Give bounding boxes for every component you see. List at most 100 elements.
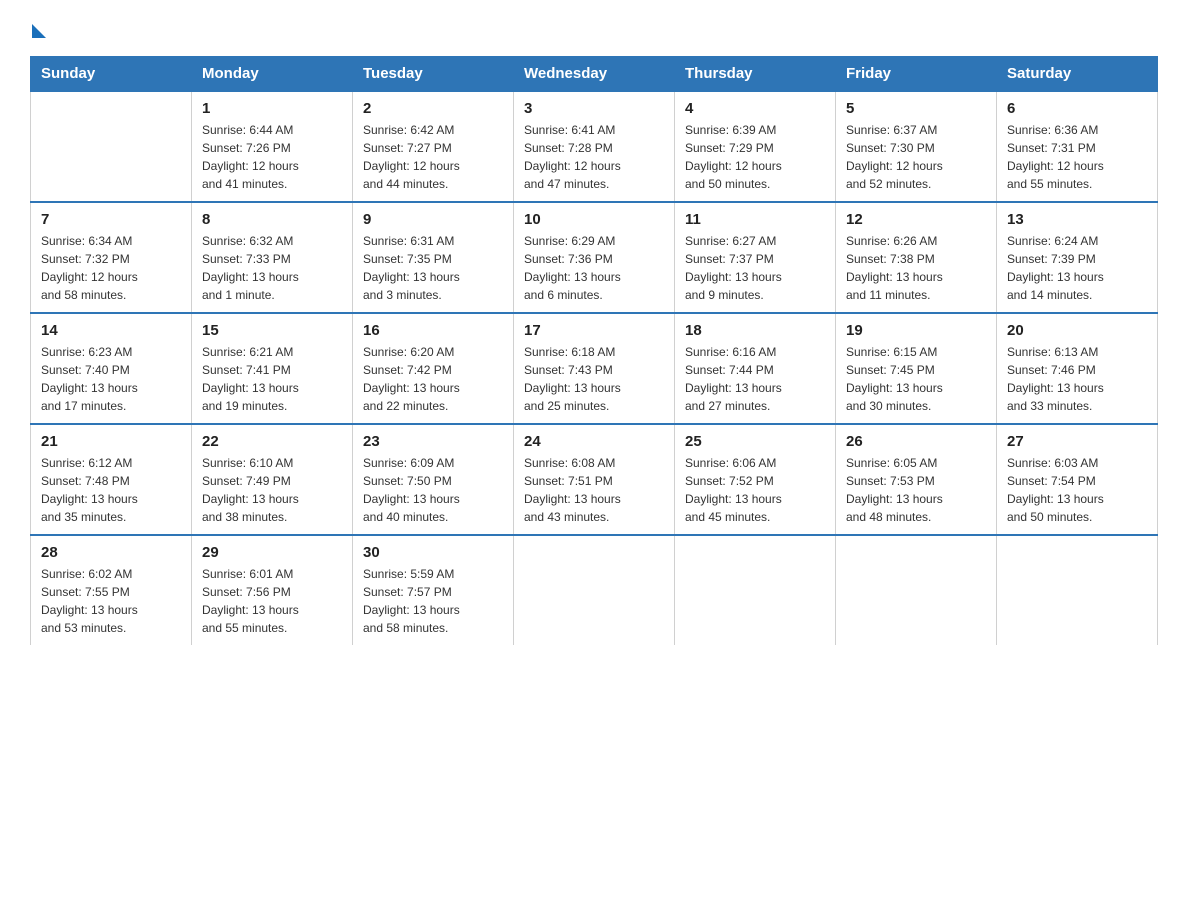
calendar-cell: 6 Sunrise: 6:36 AM Sunset: 7:31 PM Daylig… — [997, 91, 1158, 202]
calendar-cell — [836, 535, 997, 645]
day-info: Sunrise: 6:31 AM Sunset: 7:35 PM Dayligh… — [363, 232, 503, 304]
calendar-cell: 16 Sunrise: 6:20 AM Sunset: 7:42 PM Dayli… — [353, 313, 514, 424]
day-number: 2 — [363, 100, 503, 117]
day-info: Sunrise: 6:05 AM Sunset: 7:53 PM Dayligh… — [846, 454, 986, 526]
day-number: 4 — [685, 100, 825, 117]
header-row: SundayMondayTuesdayWednesdayThursdayFrid… — [31, 57, 1158, 92]
day-number: 23 — [363, 433, 503, 450]
calendar-cell — [31, 91, 192, 202]
day-info: Sunrise: 6:44 AM Sunset: 7:26 PM Dayligh… — [202, 121, 342, 193]
page-header — [30, 20, 1158, 38]
week-row-5: 28 Sunrise: 6:02 AM Sunset: 7:55 PM Dayli… — [31, 535, 1158, 645]
calendar-cell: 28 Sunrise: 6:02 AM Sunset: 7:55 PM Dayli… — [31, 535, 192, 645]
day-info: Sunrise: 5:59 AM Sunset: 7:57 PM Dayligh… — [363, 565, 503, 637]
day-info: Sunrise: 6:13 AM Sunset: 7:46 PM Dayligh… — [1007, 343, 1147, 415]
day-info: Sunrise: 6:36 AM Sunset: 7:31 PM Dayligh… — [1007, 121, 1147, 193]
day-info: Sunrise: 6:23 AM Sunset: 7:40 PM Dayligh… — [41, 343, 181, 415]
calendar-cell: 29 Sunrise: 6:01 AM Sunset: 7:56 PM Dayli… — [192, 535, 353, 645]
header-monday: Monday — [192, 57, 353, 92]
calendar-cell: 26 Sunrise: 6:05 AM Sunset: 7:53 PM Dayli… — [836, 424, 997, 535]
day-number: 26 — [846, 433, 986, 450]
day-number: 12 — [846, 211, 986, 228]
day-info: Sunrise: 6:41 AM Sunset: 7:28 PM Dayligh… — [524, 121, 664, 193]
week-row-3: 14Sunrise: 6:23 AM Sunset: 7:40 PM Dayli… — [31, 313, 1158, 424]
day-info: Sunrise: 6:29 AM Sunset: 7:36 PM Dayligh… — [524, 232, 664, 304]
day-number: 15 — [202, 322, 342, 339]
day-number: 11 — [685, 211, 825, 228]
calendar-cell: 15Sunrise: 6:21 AM Sunset: 7:41 PM Dayli… — [192, 313, 353, 424]
day-number: 29 — [202, 544, 342, 561]
day-info: Sunrise: 6:08 AM Sunset: 7:51 PM Dayligh… — [524, 454, 664, 526]
day-number: 8 — [202, 211, 342, 228]
day-info: Sunrise: 6:27 AM Sunset: 7:37 PM Dayligh… — [685, 232, 825, 304]
calendar-cell: 10 Sunrise: 6:29 AM Sunset: 7:36 PM Dayli… — [514, 202, 675, 313]
calendar-cell: 5 Sunrise: 6:37 AM Sunset: 7:30 PM Daylig… — [836, 91, 997, 202]
day-info: Sunrise: 6:24 AM Sunset: 7:39 PM Dayligh… — [1007, 232, 1147, 304]
calendar-cell: 17Sunrise: 6:18 AM Sunset: 7:43 PM Dayli… — [514, 313, 675, 424]
day-number: 1 — [202, 100, 342, 117]
calendar-cell: 27 Sunrise: 6:03 AM Sunset: 7:54 PM Dayli… — [997, 424, 1158, 535]
day-info: Sunrise: 6:37 AM Sunset: 7:30 PM Dayligh… — [846, 121, 986, 193]
header-friday: Friday — [836, 57, 997, 92]
day-info: Sunrise: 6:34 AM Sunset: 7:32 PM Dayligh… — [41, 232, 181, 304]
day-info: Sunrise: 6:09 AM Sunset: 7:50 PM Dayligh… — [363, 454, 503, 526]
day-number: 18 — [685, 322, 825, 339]
calendar-cell: 13 Sunrise: 6:24 AM Sunset: 7:39 PM Dayli… — [997, 202, 1158, 313]
calendar-cell: 4Sunrise: 6:39 AM Sunset: 7:29 PM Daylig… — [675, 91, 836, 202]
calendar-cell — [514, 535, 675, 645]
day-number: 19 — [846, 322, 986, 339]
calendar-cell — [997, 535, 1158, 645]
day-info: Sunrise: 6:02 AM Sunset: 7:55 PM Dayligh… — [41, 565, 181, 637]
day-number: 7 — [41, 211, 181, 228]
day-number: 28 — [41, 544, 181, 561]
calendar-cell: 9 Sunrise: 6:31 AM Sunset: 7:35 PM Daylig… — [353, 202, 514, 313]
day-info: Sunrise: 6:10 AM Sunset: 7:49 PM Dayligh… — [202, 454, 342, 526]
week-row-4: 21 Sunrise: 6:12 AM Sunset: 7:48 PM Dayli… — [31, 424, 1158, 535]
calendar-cell: 7 Sunrise: 6:34 AM Sunset: 7:32 PM Daylig… — [31, 202, 192, 313]
day-info: Sunrise: 6:12 AM Sunset: 7:48 PM Dayligh… — [41, 454, 181, 526]
calendar-body: 1 Sunrise: 6:44 AM Sunset: 7:26 PM Daylig… — [31, 91, 1158, 645]
day-info: Sunrise: 6:16 AM Sunset: 7:44 PM Dayligh… — [685, 343, 825, 415]
calendar-cell: 25Sunrise: 6:06 AM Sunset: 7:52 PM Dayli… — [675, 424, 836, 535]
day-number: 5 — [846, 100, 986, 117]
day-number: 21 — [41, 433, 181, 450]
day-number: 9 — [363, 211, 503, 228]
header-thursday: Thursday — [675, 57, 836, 92]
calendar-cell: 12Sunrise: 6:26 AM Sunset: 7:38 PM Dayli… — [836, 202, 997, 313]
day-info: Sunrise: 6:20 AM Sunset: 7:42 PM Dayligh… — [363, 343, 503, 415]
calendar-cell: 1 Sunrise: 6:44 AM Sunset: 7:26 PM Daylig… — [192, 91, 353, 202]
day-info: Sunrise: 6:03 AM Sunset: 7:54 PM Dayligh… — [1007, 454, 1147, 526]
calendar-cell: 24 Sunrise: 6:08 AM Sunset: 7:51 PM Dayli… — [514, 424, 675, 535]
day-number: 13 — [1007, 211, 1147, 228]
week-row-1: 1 Sunrise: 6:44 AM Sunset: 7:26 PM Daylig… — [31, 91, 1158, 202]
calendar-header: SundayMondayTuesdayWednesdayThursdayFrid… — [31, 57, 1158, 92]
calendar-cell: 19 Sunrise: 6:15 AM Sunset: 7:45 PM Dayli… — [836, 313, 997, 424]
day-info: Sunrise: 6:15 AM Sunset: 7:45 PM Dayligh… — [846, 343, 986, 415]
header-tuesday: Tuesday — [353, 57, 514, 92]
week-row-2: 7 Sunrise: 6:34 AM Sunset: 7:32 PM Daylig… — [31, 202, 1158, 313]
day-number: 24 — [524, 433, 664, 450]
day-number: 6 — [1007, 100, 1147, 117]
calendar-cell: 14Sunrise: 6:23 AM Sunset: 7:40 PM Dayli… — [31, 313, 192, 424]
header-saturday: Saturday — [997, 57, 1158, 92]
day-number: 25 — [685, 433, 825, 450]
logo-triangle-icon — [32, 24, 46, 38]
calendar-cell: 30Sunrise: 5:59 AM Sunset: 7:57 PM Dayli… — [353, 535, 514, 645]
day-number: 22 — [202, 433, 342, 450]
calendar-cell: 23 Sunrise: 6:09 AM Sunset: 7:50 PM Dayli… — [353, 424, 514, 535]
calendar-cell: 3 Sunrise: 6:41 AM Sunset: 7:28 PM Daylig… — [514, 91, 675, 202]
header-sunday: Sunday — [31, 57, 192, 92]
header-wednesday: Wednesday — [514, 57, 675, 92]
calendar-cell: 22 Sunrise: 6:10 AM Sunset: 7:49 PM Dayli… — [192, 424, 353, 535]
day-number: 27 — [1007, 433, 1147, 450]
day-number: 16 — [363, 322, 503, 339]
day-number: 20 — [1007, 322, 1147, 339]
calendar-cell: 2Sunrise: 6:42 AM Sunset: 7:27 PM Daylig… — [353, 91, 514, 202]
calendar-cell: 8 Sunrise: 6:32 AM Sunset: 7:33 PM Daylig… — [192, 202, 353, 313]
calendar-table: SundayMondayTuesdayWednesdayThursdayFrid… — [30, 56, 1158, 645]
day-number: 3 — [524, 100, 664, 117]
day-number: 10 — [524, 211, 664, 228]
day-info: Sunrise: 6:32 AM Sunset: 7:33 PM Dayligh… — [202, 232, 342, 304]
day-info: Sunrise: 6:01 AM Sunset: 7:56 PM Dayligh… — [202, 565, 342, 637]
calendar-cell: 18 Sunrise: 6:16 AM Sunset: 7:44 PM Dayli… — [675, 313, 836, 424]
